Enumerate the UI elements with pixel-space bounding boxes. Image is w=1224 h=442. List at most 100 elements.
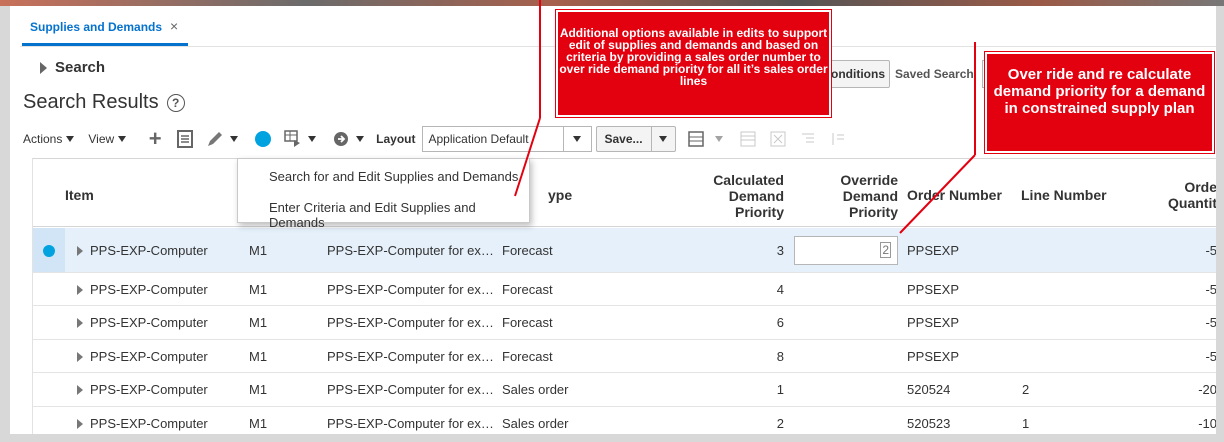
edit-icon[interactable] bbox=[205, 129, 225, 149]
col-order-quantity[interactable]: Orde Quantit bbox=[1168, 179, 1216, 211]
expand-row-icon[interactable] bbox=[77, 285, 83, 295]
expand-icon[interactable] bbox=[40, 61, 47, 74]
col-order-number[interactable]: Order Number bbox=[907, 187, 1002, 203]
chevron-down-icon[interactable] bbox=[356, 136, 365, 142]
tab-supplies-and-demands[interactable]: Supplies and Demands × bbox=[22, 16, 189, 46]
col-override-priority[interactable]: Override Demand Priority bbox=[840, 172, 898, 220]
expand-row-icon[interactable] bbox=[77, 419, 83, 429]
plus-icon[interactable]: + bbox=[145, 128, 165, 150]
save-label[interactable]: Save... bbox=[597, 132, 651, 146]
expand-row-icon[interactable] bbox=[77, 352, 83, 362]
selected-indicator-icon bbox=[43, 245, 55, 257]
menu-item-criteria-and-edit[interactable]: Enter Criteria and Edit Supplies and Dem… bbox=[269, 200, 529, 230]
cell-type: Forecast bbox=[502, 282, 553, 297]
cell-order-number: 520523 bbox=[907, 416, 951, 431]
cell-line-number: 1 bbox=[1022, 416, 1030, 431]
cell-item: PPS-EXP-Computer bbox=[90, 243, 208, 258]
sort-icon[interactable] bbox=[828, 129, 848, 149]
menu-item-search-and-edit[interactable]: Search for and Edit Supplies and Demands bbox=[269, 169, 518, 184]
table-row[interactable]: PPS-EXP-Computer M1 PPS-EXP-Computer for e… bbox=[33, 340, 1216, 373]
expand-row-icon[interactable] bbox=[77, 318, 83, 328]
cell-order-number: PPSEXP bbox=[907, 349, 960, 364]
grid-icon[interactable] bbox=[738, 129, 758, 149]
layout-select[interactable]: Application Default bbox=[421, 126, 592, 152]
bottom-strip bbox=[0, 434, 1224, 442]
col-line-number[interactable]: Line Number bbox=[1021, 187, 1107, 203]
cell-item: PPS-EXP-Computer bbox=[90, 282, 208, 297]
cell-order-quantity: -5 bbox=[1205, 349, 1216, 364]
view-label[interactable]: View bbox=[88, 132, 114, 146]
save-button[interactable]: Save... bbox=[595, 126, 676, 152]
cell-order-number: PPSEXP bbox=[907, 282, 960, 297]
cell-order-quantity: -10 bbox=[1198, 416, 1216, 431]
cell-item: PPS-EXP-Computer bbox=[90, 315, 208, 330]
chevron-down-icon[interactable] bbox=[66, 136, 75, 142]
cell-order-quantity: -5 bbox=[1205, 315, 1216, 330]
edit-dropdown-menu: Search for and Edit Supplies and Demands… bbox=[237, 158, 530, 230]
cell-description: PPS-EXP-Computer for ex… bbox=[327, 315, 494, 330]
table-row[interactable]: PPS-EXP-Computer M1 PPS-EXP-Computer for e… bbox=[33, 306, 1216, 340]
arrow-circle-icon[interactable] bbox=[331, 129, 351, 149]
cell-calculated-priority: 4 bbox=[776, 282, 784, 297]
saved-search-label: Saved Search bbox=[895, 67, 974, 81]
conditions-button[interactable]: onditions bbox=[822, 60, 890, 88]
detach-icon[interactable] bbox=[768, 129, 788, 149]
cell-item: PPS-EXP-Computer bbox=[90, 382, 208, 397]
table-header: Item ype Calculated Demand Priority Overri… bbox=[33, 159, 1216, 227]
cell-type: Forecast bbox=[502, 243, 553, 258]
chevron-down-icon[interactable] bbox=[650, 127, 675, 151]
col-calculated-priority[interactable]: Calculated Demand Priority bbox=[713, 172, 784, 220]
expand-row-icon[interactable] bbox=[77, 246, 83, 256]
cell-order-number: PPSEXP bbox=[907, 315, 960, 330]
chevron-down-icon[interactable] bbox=[562, 127, 591, 151]
table-row[interactable]: PPS-EXP-Computer M1 PPS-EXP-Computer for e… bbox=[33, 273, 1216, 306]
col-type[interactable]: ype bbox=[548, 187, 572, 203]
list-icon[interactable] bbox=[175, 129, 195, 149]
tab-label[interactable]: Supplies and Demands bbox=[30, 20, 162, 34]
chevron-down-icon[interactable] bbox=[118, 136, 127, 142]
callout-right: Over ride and re calculate demand priori… bbox=[984, 51, 1215, 154]
col-item[interactable]: Item bbox=[65, 187, 94, 203]
override-priority-input[interactable]: 2 bbox=[794, 236, 898, 265]
chevron-down-icon[interactable] bbox=[714, 136, 723, 142]
chevron-down-icon[interactable] bbox=[308, 136, 317, 142]
cell-description: PPS-EXP-Computer for ex… bbox=[327, 349, 494, 364]
cell-order-number: 520524 bbox=[907, 382, 951, 397]
cell-line-number: 2 bbox=[1022, 382, 1030, 397]
table-row[interactable]: PPS-EXP-Computer M1 PPS-EXP-Computer for e… bbox=[33, 373, 1216, 407]
columns-icon[interactable] bbox=[686, 129, 706, 149]
layout-value[interactable]: Application Default bbox=[423, 132, 563, 146]
cell-order-quantity: -20 bbox=[1198, 382, 1216, 397]
table-row[interactable]: PPS-EXP-Computer M1 PPS-EXP-Computer for e… bbox=[33, 228, 1216, 273]
cell-org: M1 bbox=[249, 315, 268, 330]
cell-type: Sales order bbox=[502, 382, 569, 397]
cell-description: PPS-EXP-Computer for ex… bbox=[327, 382, 494, 397]
search-label[interactable]: Search bbox=[55, 59, 105, 76]
blue-dot-icon[interactable] bbox=[253, 129, 273, 149]
cell-calculated-priority: 2 bbox=[776, 416, 784, 431]
wrap-icon[interactable] bbox=[798, 129, 818, 149]
cell-org: M1 bbox=[249, 282, 268, 297]
actions-label[interactable]: Actions bbox=[23, 132, 62, 146]
cell-calculated-priority: 3 bbox=[776, 243, 784, 258]
help-icon[interactable]: ? bbox=[166, 93, 185, 112]
chevron-down-icon[interactable] bbox=[230, 136, 239, 142]
toolbar: Actions View + Layout Application Defaul… bbox=[23, 126, 853, 152]
cell-order-quantity: -5 bbox=[1205, 282, 1216, 297]
expand-row-icon[interactable] bbox=[77, 385, 83, 395]
callout-left: Additional options available in edits to… bbox=[555, 9, 832, 118]
cell-org: M1 bbox=[249, 416, 268, 431]
view-menu[interactable]: View bbox=[88, 132, 127, 146]
cell-item: PPS-EXP-Computer bbox=[90, 416, 208, 431]
search-disclosure[interactable]: Search bbox=[40, 59, 105, 76]
cell-type: Sales order bbox=[502, 416, 569, 431]
cell-item: PPS-EXP-Computer bbox=[90, 349, 208, 364]
results-header: Search Results ? bbox=[23, 91, 185, 114]
cell-type: Forecast bbox=[502, 315, 553, 330]
cell-org: M1 bbox=[249, 349, 268, 364]
cell-description: PPS-EXP-Computer for ex… bbox=[327, 416, 494, 431]
table-row[interactable]: PPS-EXP-Computer M1 PPS-EXP-Computer for e… bbox=[33, 407, 1216, 434]
actions-menu[interactable]: Actions bbox=[23, 132, 75, 146]
freeze-icon[interactable] bbox=[283, 129, 303, 149]
close-icon[interactable]: × bbox=[170, 19, 178, 33]
